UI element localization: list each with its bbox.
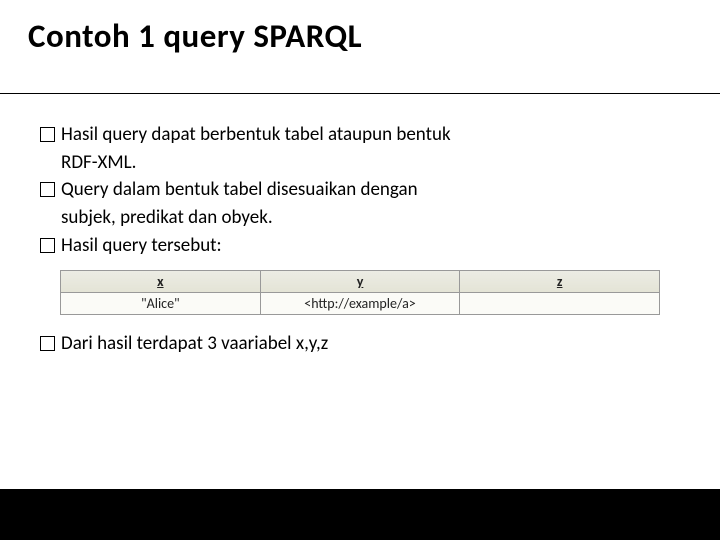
bullet-item: Dari hasil terdapat 3 vaariabel x,y,z [40,331,680,357]
table-header-cell: y [261,271,461,292]
square-bullet-icon [40,336,55,351]
bullet-text: Hasil query dapat berbentuk tabel ataupu… [61,122,680,148]
table-cell [460,293,659,314]
square-bullet-icon [40,182,55,197]
table-cell: <http://example/a> [261,293,461,314]
square-bullet-icon [40,127,55,142]
bullet-text-continued: subjek, predikat dan obyek. [40,205,680,231]
table-row: "Alice" <http://example/a> [60,293,660,315]
table-cell: "Alice" [61,293,261,314]
table-header-cell: x [61,271,261,292]
bullet-text: Dari hasil terdapat 3 vaariabel x,y,z [61,331,680,357]
title-area: Contoh 1 query SPARQL [0,0,720,94]
table-header-row: x y z [60,270,660,293]
bullet-text-continued: RDF-XML. [40,150,680,176]
query-result-table: x y z "Alice" <http://example/a> [60,270,660,315]
slide-title: Contoh 1 query SPARQL [28,16,696,56]
bullet-item: Hasil query tersebut: [40,233,680,259]
bullet-text: Hasil query tersebut: [61,233,680,259]
table-header-cell: z [460,271,659,292]
bullet-item: Query dalam bentuk tabel disesuaikan den… [40,177,680,203]
square-bullet-icon [40,238,55,253]
body-area: Hasil query dapat berbentuk tabel ataupu… [0,94,720,489]
slide: Contoh 1 query SPARQL Hasil query dapat … [0,0,720,540]
bullet-text: Query dalam bentuk tabel disesuaikan den… [61,177,680,203]
bullet-item: Hasil query dapat berbentuk tabel ataupu… [40,122,680,148]
slide-footer [0,489,720,540]
